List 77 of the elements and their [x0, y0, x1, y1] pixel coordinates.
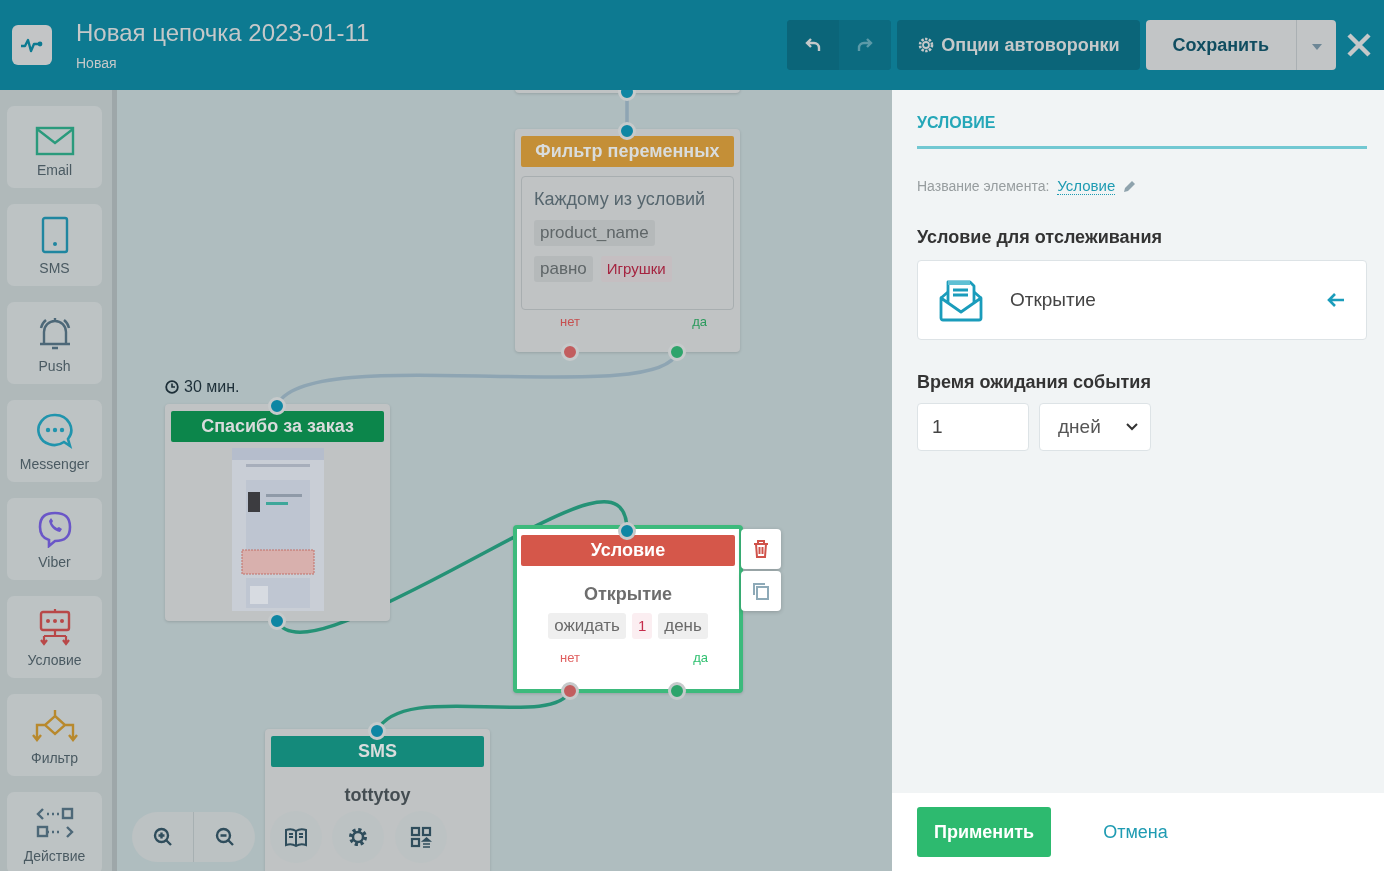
chain-status: Новая	[76, 55, 118, 71]
undo-button[interactable]	[787, 20, 840, 70]
rule-text: Каждому из условий	[534, 189, 707, 210]
redo-icon	[856, 36, 875, 54]
node-card[interactable]: Фильтр переменных Каждому из условий product_name равно Игрушки нет да	[515, 129, 740, 352]
wait-tag: 1	[631, 613, 653, 639]
operator-tag: равно	[534, 256, 593, 282]
node-card[interactable]: Спасибо за заказ	[165, 404, 390, 621]
sender-name: tottytoy	[344, 785, 411, 806]
apply-button[interactable]: Применить	[917, 807, 1052, 857]
palette-item[interactable]: SMS	[7, 204, 102, 286]
node-card[interactable]: Условие Открытие ожидать 1 день нет да	[513, 525, 743, 693]
connector-port[interactable]	[368, 722, 386, 740]
connector-port[interactable]	[561, 343, 579, 361]
chain-title: Новая цепочка 2023-01-11	[76, 19, 370, 47]
funnel-options-button[interactable]: Опции автоворонки	[897, 20, 1140, 70]
node-title: SMS	[271, 736, 484, 767]
palette-item[interactable]: Фильтр	[7, 694, 102, 776]
connector-port[interactable]	[668, 682, 686, 700]
save-button[interactable]: Сохранить	[1145, 20, 1296, 70]
variable-tag: product_name	[534, 220, 655, 246]
no-output-label: нет	[560, 314, 580, 329]
wait-tag: ожидать	[548, 613, 626, 639]
connector-port[interactable]	[618, 122, 636, 140]
element-name-link[interactable]: Условие	[1057, 177, 1116, 195]
no-output-label: нет	[560, 650, 580, 665]
palette-item[interactable]: Email	[7, 106, 102, 188]
undo-icon	[804, 36, 823, 54]
event-name: Открытие	[583, 584, 673, 605]
zoom-out-icon	[214, 827, 235, 847]
palette-item[interactable]: Viber	[7, 498, 102, 580]
settings-icon	[347, 826, 369, 848]
delete-button[interactable]	[741, 529, 781, 569]
wait-value-field[interactable]: 1	[917, 403, 1029, 451]
element-name-label: Название элемента:	[917, 178, 1050, 194]
trash-icon	[753, 540, 769, 558]
condition-card[interactable]: Открытие	[917, 260, 1367, 340]
phone-bubble-icon	[36, 510, 73, 548]
condition-value: Открытие	[1010, 289, 1097, 311]
pulse-logo-icon	[12, 25, 52, 65]
zoom-in-icon	[152, 827, 173, 847]
yes-output-label: да	[692, 314, 707, 329]
connector-port[interactable]	[268, 397, 286, 415]
palette-item[interactable]: Push	[7, 302, 102, 384]
wait-tag: день	[658, 613, 708, 639]
copy-button[interactable]	[741, 571, 781, 611]
pencil-icon[interactable]	[1123, 179, 1138, 193]
grid-icon	[410, 826, 432, 848]
diamond-split-icon	[30, 708, 79, 744]
back-arrow-icon[interactable]	[1326, 292, 1346, 308]
palette-item[interactable]: Условие	[7, 596, 102, 678]
copy-icon	[752, 582, 770, 600]
tracking-condition-label: Условие для отслеживания	[917, 227, 1163, 248]
wait-unit-text: дней	[1058, 416, 1101, 438]
chat-bubble-icon	[35, 412, 74, 450]
envelope-icon	[34, 126, 75, 156]
open-envelope-icon	[938, 278, 984, 322]
caret-icon	[1311, 43, 1322, 50]
node-title: Условие	[521, 535, 735, 566]
node-title: Фильтр переменных	[521, 136, 734, 167]
palette-item[interactable]: Действие	[7, 792, 102, 871]
delay-label: 30 мин.	[184, 378, 240, 396]
node-title: Спасибо за заказ	[171, 411, 384, 442]
book-icon	[285, 827, 307, 847]
gear-icon	[917, 36, 936, 54]
value-tag: Игрушки	[600, 256, 672, 282]
wait-unit-select[interactable]: дней	[1039, 403, 1151, 451]
clock-icon	[165, 380, 179, 394]
palette-item[interactable]: Messenger	[7, 400, 102, 482]
close-icon[interactable]	[1346, 32, 1372, 58]
chevron-down-icon	[1126, 423, 1138, 431]
panel-tab[interactable]: УСЛОВИЕ	[917, 114, 996, 131]
yes-output-label: да	[693, 650, 708, 665]
cancel-button[interactable]: Отмена	[1097, 820, 1174, 844]
connector-port[interactable]	[618, 522, 636, 540]
wait-time-label: Время ожидания события	[917, 372, 1152, 393]
phone-icon	[40, 216, 69, 254]
